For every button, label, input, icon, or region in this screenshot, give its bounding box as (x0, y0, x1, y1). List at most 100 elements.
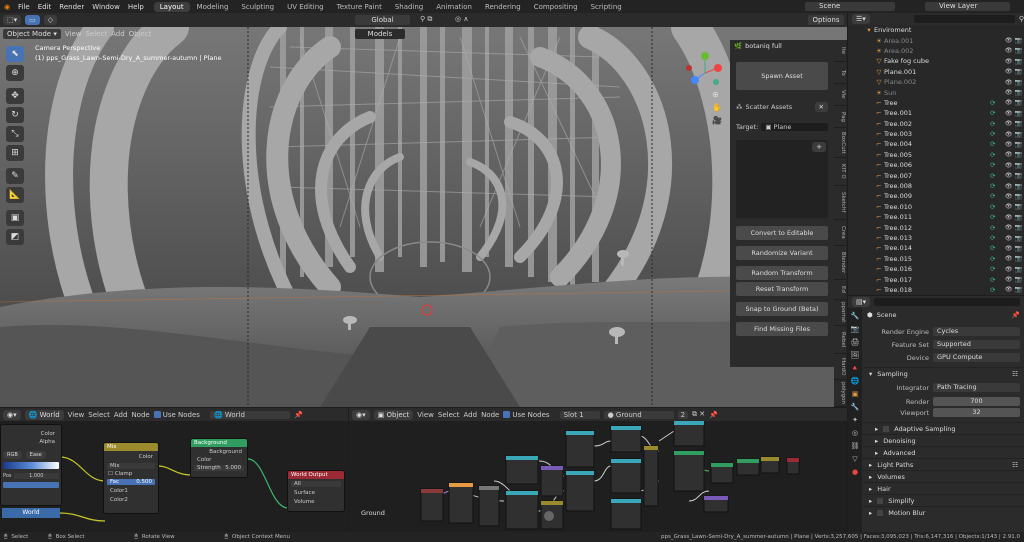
tool-tab-icon[interactable]: 🔧 (851, 312, 860, 320)
world-menu-add[interactable]: Add (114, 411, 128, 419)
menu-view[interactable]: View (65, 30, 82, 38)
proportional-edit-icon[interactable]: ◎ ∧ (455, 15, 468, 23)
visibility-icon[interactable]: 👁📷 (1000, 79, 1024, 86)
material-users[interactable]: 2 (677, 410, 689, 419)
output-tab-icon[interactable]: 🖨 (851, 338, 860, 346)
world-type-dropdown[interactable]: 🌐 World (24, 409, 64, 420)
visibility-icon[interactable]: 👁📷 (1000, 68, 1024, 75)
view-layer-tab-icon[interactable]: 🖼 (851, 351, 860, 359)
slot-dropdown[interactable]: Slot 1 (559, 410, 600, 419)
advanced-section[interactable]: ▸ Advanced (863, 446, 1024, 458)
tab-modeling[interactable]: Modeling (191, 2, 235, 12)
annotate-tool-icon[interactable]: ✎ (6, 168, 24, 184)
outliner-item[interactable]: ⌐ Tree.014 ⟳ 👁📷 (848, 243, 1024, 253)
sidebar-tab-edit[interactable]: Ed (834, 280, 846, 300)
add-cube-tool-icon[interactable]: ▣ (6, 210, 24, 226)
visibility-icon[interactable]: 👁📷 (1000, 266, 1024, 273)
outliner-item[interactable]: ⌐ Tree.008 ⟳ 👁📷 (848, 181, 1024, 191)
random-transform-button[interactable]: Random Transform (736, 266, 828, 280)
outliner-item[interactable]: ⌐ Tree.006 ⟳ 👁📷 (848, 160, 1024, 170)
visibility-icon[interactable]: 👁📷 (1000, 235, 1024, 242)
tab-compositing[interactable]: Compositing (528, 2, 584, 12)
sidebar-tab-item[interactable]: Ite (834, 40, 846, 62)
outliner-item[interactable]: ▽ Plane.001 👁📷 (848, 67, 1024, 77)
sidebar-tab-boxcutter[interactable]: BoxCutt (834, 128, 846, 158)
particles-tab-icon[interactable]: ✦ (852, 416, 858, 424)
world-pin-icon[interactable]: 📌 (294, 411, 303, 419)
select-mode-button[interactable]: ▭ (25, 15, 40, 25)
tab-sculpting[interactable]: Sculpting (235, 2, 280, 12)
outliner-item[interactable]: ⌐ Tree.009 ⟳ 👁📷 (848, 191, 1024, 201)
visibility-icon[interactable]: 👁📷 (1000, 37, 1024, 44)
visibility-icon[interactable]: 👁📷 (1000, 120, 1024, 127)
sidebar-tab-sketchfab[interactable]: Sketchf (834, 186, 846, 220)
world-menu-view[interactable]: View (68, 411, 85, 419)
properties-search-input[interactable] (874, 298, 1020, 306)
randomize-variant-button[interactable]: Randomize Variant (736, 246, 828, 260)
menu-window[interactable]: Window (88, 3, 124, 11)
material-field[interactable]: ● Ground (603, 410, 674, 419)
outliner-item[interactable]: ☀ Area.002 👁📷 (848, 46, 1024, 56)
sidebar-tab-kitops[interactable]: KIT O (834, 158, 846, 186)
outliner-search-input[interactable] (913, 15, 1015, 23)
visibility-icon[interactable]: 👁📷 (1000, 193, 1024, 200)
sampling-section[interactable]: ▾ Sampling ☷ (863, 367, 1024, 379)
menu-edit[interactable]: Edit (34, 3, 56, 11)
outliner-item[interactable]: ⌐ Tree ⟳ 👁📷 (848, 98, 1024, 108)
visibility-icon[interactable]: 👁📷 (1000, 245, 1024, 252)
orientation-dropdown[interactable]: Global (355, 15, 410, 25)
pan-icon[interactable]: ✋ (712, 103, 722, 112)
measure-tool-icon[interactable]: 📐 (6, 187, 24, 203)
world-tab-icon[interactable]: 🌐 (851, 377, 860, 385)
visibility-icon[interactable]: 👁📷 (1000, 89, 1024, 96)
transform-tool-icon[interactable]: ⊞ (6, 145, 24, 161)
physics-tab-icon[interactable]: ◎ (852, 429, 858, 437)
outliner-item[interactable]: ▽ Fake fog cube 👁📷 (848, 56, 1024, 66)
visibility-icon[interactable]: 👁📷 (1000, 286, 1024, 293)
outliner-item[interactable]: ☀ Area.001 👁📷 (848, 35, 1024, 45)
outliner-item[interactable]: ⌐ Tree.012 ⟳ 👁📷 (848, 222, 1024, 232)
select-tool-icon[interactable]: ⬉ (6, 46, 24, 62)
scene-tab-icon[interactable]: 🔺 (851, 364, 860, 372)
visibility-icon[interactable]: 👁📷 (1000, 214, 1024, 221)
menu-help[interactable]: Help (124, 3, 148, 11)
scatter-list[interactable]: + (736, 140, 828, 218)
rotate-tool-icon[interactable]: ↻ (6, 107, 24, 123)
visibility-icon[interactable]: 👁📷 (1000, 203, 1024, 210)
outliner-item[interactable]: ⌐ Tree.013 ⟳ 👁📷 (848, 233, 1024, 243)
fake-user-icon[interactable]: ⧉ ✕ (692, 410, 705, 419)
shader-menu-select[interactable]: Select (438, 411, 460, 419)
outliner-item[interactable]: ⌐ Tree.005 ⟳ 👁📷 (848, 150, 1024, 160)
tab-shading[interactable]: Shading (389, 2, 429, 12)
outliner-item[interactable]: ☀ Sun 👁📷 (848, 87, 1024, 97)
visibility-icon[interactable]: 👁📷 (1000, 141, 1024, 148)
world-editor-type-icon[interactable]: ◉▾ (3, 409, 21, 420)
outliner-item[interactable]: ⌐ Tree.015 ⟳ 👁📷 (848, 254, 1024, 264)
shader-type-dropdown[interactable]: ▣ Object (373, 409, 414, 420)
sidebar-tab-blenderkit[interactable]: Blender (834, 246, 846, 280)
mix-node[interactable]: Mix Color Mix ☐ Clamp Fac 0.500 Color1 Co… (103, 442, 159, 514)
options-dropdown[interactable]: Options (808, 15, 844, 25)
tab-texture-paint[interactable]: Texture Paint (331, 2, 388, 12)
menu-object[interactable]: Object (129, 30, 152, 38)
menu-render[interactable]: Render (55, 3, 88, 11)
integrator-dropdown[interactable]: Path Tracing (933, 383, 1020, 392)
outliner-item[interactable]: ⌐ Tree.010 ⟳ 👁📷 (848, 202, 1024, 212)
visibility-icon[interactable]: 👁📷 (1000, 110, 1024, 117)
visibility-icon[interactable]: 👁📷 (1000, 162, 1024, 169)
world-datablock-field[interactable]: 🌐 World (209, 410, 290, 419)
collection-dropdown[interactable]: Models (355, 29, 405, 39)
snap-to-ground-button[interactable]: Snap to Ground (Beta) (736, 302, 828, 316)
visibility-icon[interactable]: 👁📷 (1000, 99, 1024, 106)
list-icon[interactable]: ☷ (1012, 370, 1018, 378)
convert-to-editable-button[interactable]: Convert to Editable (736, 226, 828, 240)
sidebar-tab-view[interactable]: Vie (834, 84, 846, 106)
modifier-tab-icon[interactable]: 🔧 (851, 403, 860, 411)
outliner-item[interactable]: ⌐ Tree.002 ⟳ 👁📷 (848, 119, 1024, 129)
pin-icon[interactable]: 📌 (1012, 311, 1020, 319)
zoom-icon[interactable]: ⊕ (712, 90, 722, 99)
visibility-icon[interactable]: 👁📷 (1000, 183, 1024, 190)
spawn-asset-button[interactable]: Spawn Asset (736, 62, 828, 90)
denoising-section[interactable]: ▸ Denoising (863, 434, 1024, 446)
feature-set-dropdown[interactable]: Supported (933, 340, 1020, 349)
